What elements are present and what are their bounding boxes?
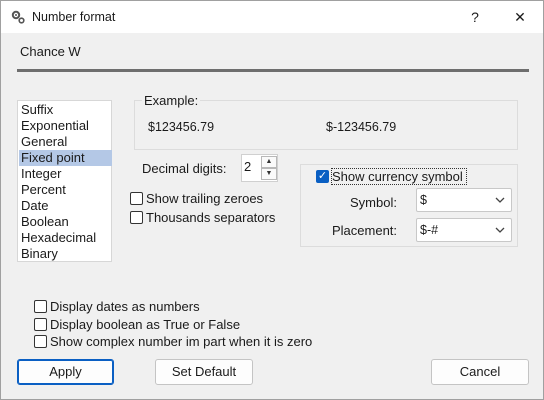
trailing-zeroes-label[interactable]: Show trailing zeroes bbox=[146, 191, 263, 206]
symbol-value: $ bbox=[420, 193, 427, 207]
decimal-digits-label: Decimal digits: bbox=[142, 161, 227, 176]
list-item[interactable]: General bbox=[19, 134, 112, 150]
complex-im-part-label[interactable]: Show complex number im part when it is z… bbox=[50, 334, 312, 349]
dates-as-numbers-checkbox[interactable] bbox=[34, 300, 47, 313]
placement-value: $-# bbox=[420, 223, 439, 237]
show-currency-checkbox[interactable]: ✓ bbox=[316, 170, 329, 183]
list-item[interactable]: Suffix bbox=[19, 102, 112, 118]
example-label: Example: bbox=[142, 93, 201, 108]
help-button[interactable]: ? bbox=[452, 1, 498, 33]
symbol-label: Symbol: bbox=[350, 195, 397, 210]
format-list[interactable]: Suffix Exponential General Fixed point I… bbox=[17, 100, 112, 262]
number-format-dialog: Number format ? ✕ Chance W Suffix Expone… bbox=[0, 0, 544, 400]
list-item[interactable]: Date bbox=[19, 198, 112, 214]
gear-icon bbox=[11, 10, 25, 24]
window-title: Number format bbox=[32, 10, 116, 24]
placement-select[interactable]: $-# bbox=[416, 218, 512, 242]
example-negative-value: $-123456.79 bbox=[326, 120, 397, 134]
decimal-digits-value[interactable]: 2 bbox=[244, 159, 251, 174]
spin-up-icon[interactable]: ▲ bbox=[261, 156, 277, 168]
show-currency-label[interactable]: Show currency symbol bbox=[332, 169, 463, 184]
set-default-button[interactable]: Set Default bbox=[155, 359, 253, 385]
list-item-selected[interactable]: Fixed point bbox=[19, 150, 112, 166]
list-item[interactable]: Exponential bbox=[19, 118, 112, 134]
apply-button[interactable]: Apply bbox=[17, 359, 114, 385]
complex-im-part-checkbox[interactable] bbox=[34, 335, 47, 348]
trailing-zeroes-checkbox[interactable] bbox=[130, 192, 143, 205]
chevron-down-icon bbox=[495, 197, 505, 203]
document-name: Chance W bbox=[20, 44, 81, 59]
close-button[interactable]: ✕ bbox=[497, 1, 543, 33]
boolean-true-false-label[interactable]: Display boolean as True or False bbox=[50, 317, 240, 332]
thousands-separators-checkbox[interactable] bbox=[130, 211, 143, 224]
header-divider bbox=[17, 69, 529, 72]
cancel-button[interactable]: Cancel bbox=[431, 359, 529, 385]
list-item[interactable]: Hexadecimal bbox=[19, 230, 112, 246]
help-icon: ? bbox=[471, 9, 479, 25]
close-icon: ✕ bbox=[514, 8, 526, 25]
dates-as-numbers-label[interactable]: Display dates as numbers bbox=[50, 299, 200, 314]
thousands-separators-label[interactable]: Thousands separators bbox=[146, 210, 275, 225]
placement-label: Placement: bbox=[332, 223, 398, 238]
boolean-true-false-checkbox[interactable] bbox=[34, 318, 47, 331]
chevron-down-icon bbox=[495, 227, 505, 233]
symbol-select[interactable]: $ bbox=[416, 188, 512, 212]
title-bar: Number format ? ✕ bbox=[1, 1, 543, 33]
list-item[interactable]: Percent bbox=[19, 182, 112, 198]
list-item[interactable]: Integer bbox=[19, 166, 112, 182]
decimal-digits-spinner[interactable]: 2 ▲ ▼ bbox=[241, 154, 278, 182]
list-item[interactable]: Binary bbox=[19, 246, 112, 262]
example-positive-value: $123456.79 bbox=[148, 120, 215, 134]
spin-down-icon[interactable]: ▼ bbox=[261, 168, 277, 180]
list-item[interactable]: Boolean bbox=[19, 214, 112, 230]
